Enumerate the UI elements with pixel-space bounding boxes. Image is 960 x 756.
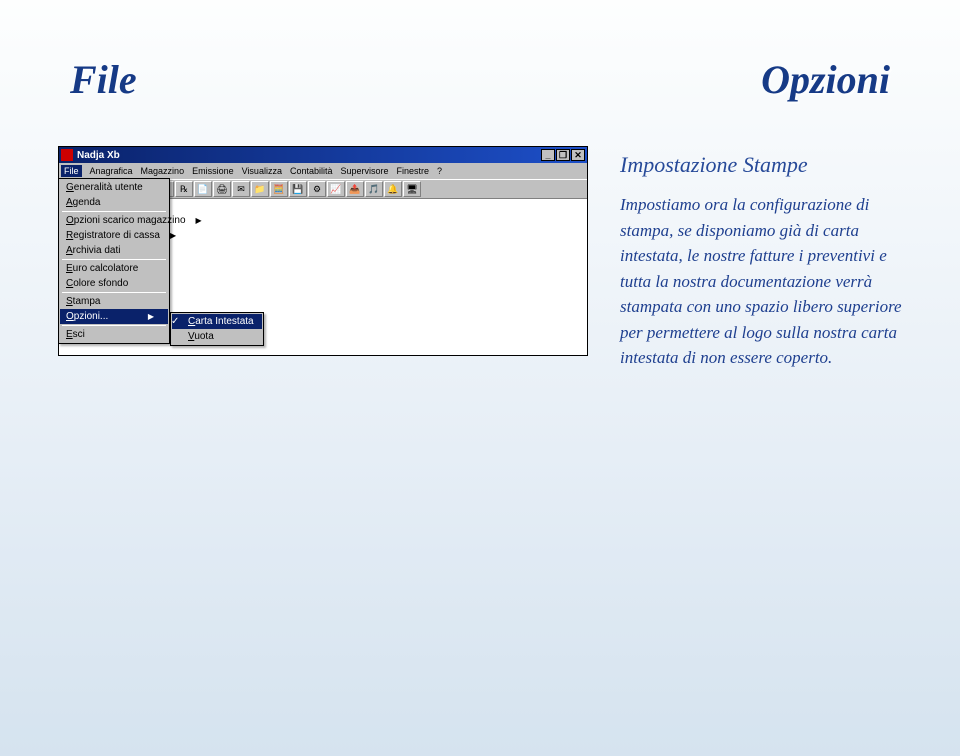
opzioni-submenu-item-label: Carta Intestata bbox=[188, 316, 254, 327]
menu-contabilita[interactable]: Contabilità bbox=[290, 166, 333, 176]
menu-separator bbox=[62, 211, 166, 212]
file-menu-item-label: Registratore di cassa bbox=[66, 230, 160, 241]
menu-anagrafica[interactable]: Anagrafica bbox=[90, 166, 133, 176]
toolbar-button-16[interactable]: 📤 bbox=[346, 181, 364, 197]
file-menu-item-label: Euro calcolatore bbox=[66, 263, 138, 274]
file-menu-item-5[interactable]: Euro calcolatore bbox=[60, 261, 168, 276]
file-menu-item-4[interactable]: Archivia dati bbox=[60, 243, 168, 258]
opzioni-submenu-item-0[interactable]: ✓ Carta Intestata bbox=[172, 314, 262, 329]
toolbar-button-15[interactable]: 📈 bbox=[327, 181, 345, 197]
opzioni-submenu-item-label: Vuota bbox=[188, 331, 214, 342]
submenu-arrow-icon: ▶ bbox=[196, 216, 202, 225]
check-icon: ✓ bbox=[171, 316, 179, 327]
menu-help[interactable]: ? bbox=[437, 166, 442, 176]
menu-file[interactable]: File bbox=[61, 165, 82, 177]
toolbar-button-7[interactable]: ℞ bbox=[175, 181, 193, 197]
file-menu-item-8[interactable]: Opzioni... ▶ bbox=[60, 309, 168, 324]
opzioni-submenu-item-1[interactable]: Vuota bbox=[172, 329, 262, 344]
menu-separator bbox=[62, 292, 166, 293]
menubar: File Anagrafica Magazzino Emissione Visu… bbox=[59, 163, 587, 179]
file-menu-item-label: Opzioni scarico magazzino bbox=[66, 215, 186, 226]
window-maximize-button[interactable]: ❐ bbox=[556, 149, 570, 161]
info-body: Impostiamo ora la configurazione di stam… bbox=[620, 192, 920, 371]
toolbar-button-8[interactable]: 📄 bbox=[194, 181, 212, 197]
toolbar-button-9[interactable]: 🖨 bbox=[213, 181, 231, 197]
menu-supervisore[interactable]: Supervisore bbox=[340, 166, 388, 176]
app-icon bbox=[61, 149, 73, 161]
menu-emissione[interactable]: Emissione bbox=[192, 166, 234, 176]
page-heading-opzioni: Opzioni bbox=[761, 56, 890, 103]
menu-magazzino[interactable]: Magazzino bbox=[141, 166, 185, 176]
info-title: Impostazione Stampe bbox=[620, 152, 920, 178]
toolbar-button-13[interactable]: 💾 bbox=[289, 181, 307, 197]
file-menu-item-label: Generalità utente bbox=[66, 182, 143, 193]
toolbar-button-11[interactable]: 📁 bbox=[251, 181, 269, 197]
file-menu-item-label: Stampa bbox=[66, 296, 100, 307]
file-menu-item-6[interactable]: Colore sfondo bbox=[60, 276, 168, 291]
window-close-button[interactable]: ✕ bbox=[571, 149, 585, 161]
file-menu-item-3[interactable]: Registratore di cassa▶ bbox=[60, 228, 168, 243]
menu-separator bbox=[62, 259, 166, 260]
submenu-arrow-icon: ▶ bbox=[148, 312, 154, 321]
window-minimize-button[interactable]: _ bbox=[541, 149, 555, 161]
toolbar-button-18[interactable]: 🔔 bbox=[384, 181, 402, 197]
info-panel: Impostazione Stampe Impostiamo ora la co… bbox=[620, 152, 920, 371]
file-menu-item-label: Opzioni... bbox=[66, 311, 108, 322]
menu-visualizza[interactable]: Visualizza bbox=[242, 166, 282, 176]
toolbar-button-14[interactable]: ⚙ bbox=[308, 181, 326, 197]
file-menu-item-label: Colore sfondo bbox=[66, 278, 128, 289]
toolbar-button-17[interactable]: 🎵 bbox=[365, 181, 383, 197]
file-menu-item-1[interactable]: Agenda bbox=[60, 195, 168, 210]
file-menu-item-7[interactable]: Stampa bbox=[60, 294, 168, 309]
titlebar: Nadja Xb _ ❐ ✕ bbox=[59, 147, 587, 163]
toolbar-button-12[interactable]: 🧮 bbox=[270, 181, 288, 197]
page-heading-file: File bbox=[70, 56, 137, 103]
submenu-arrow-icon: ▶ bbox=[170, 231, 176, 240]
menu-separator bbox=[62, 325, 166, 326]
file-menu-item-label: Archivia dati bbox=[66, 245, 120, 256]
file-menu-item-9[interactable]: Esci bbox=[60, 327, 168, 342]
toolbar-button-10[interactable]: ✉ bbox=[232, 181, 250, 197]
file-menu-item-0[interactable]: Generalità utente bbox=[60, 180, 168, 195]
file-menu-item-2[interactable]: Opzioni scarico magazzino▶ bbox=[60, 213, 168, 228]
app-title: Nadja Xb bbox=[77, 150, 120, 161]
toolbar-button-19[interactable]: 🖥 bbox=[403, 181, 421, 197]
menu-finestre[interactable]: Finestre bbox=[397, 166, 430, 176]
file-menu-item-label: Esci bbox=[66, 329, 85, 340]
opzioni-submenu: ✓ Carta Intestata Vuota bbox=[170, 312, 264, 346]
file-menu: Generalità utente Agenda Opzioni scarico m… bbox=[58, 178, 170, 344]
file-menu-item-label: Agenda bbox=[66, 197, 100, 208]
